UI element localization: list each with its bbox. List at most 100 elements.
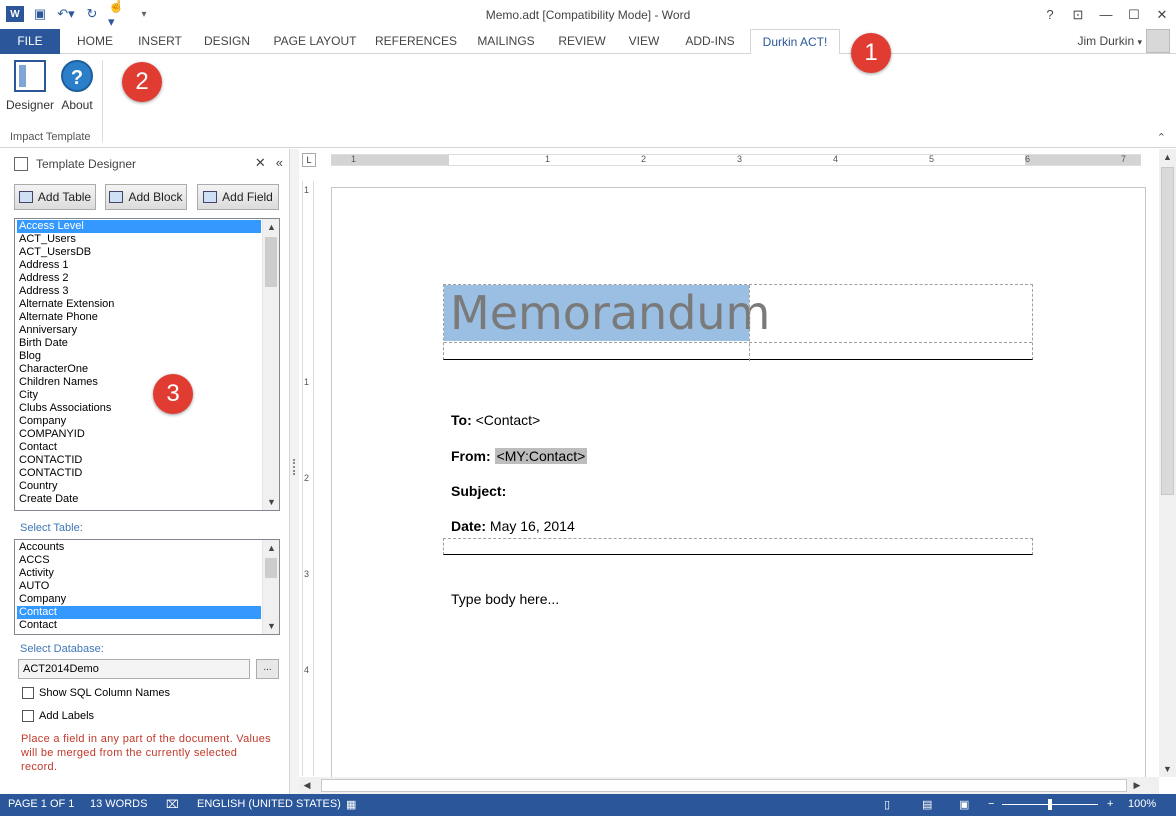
browse-database-button[interactable]: ... <box>256 659 279 679</box>
add-table-button[interactable]: Add Table <box>14 184 96 210</box>
tables-listbox[interactable]: Accounts ACCS Activity AUTO Company Contact Co… <box>14 539 280 635</box>
add-labels-checkbox[interactable]: Add Labels <box>22 710 94 722</box>
list-item[interactable]: Create Date <box>17 493 261 506</box>
close-pane-icon[interactable]: ✕ <box>255 155 266 171</box>
list-item[interactable]: ACT_Users <box>17 233 261 246</box>
list-item[interactable]: COMPANYID <box>17 428 261 441</box>
subject-line[interactable]: Subject: <box>451 483 506 499</box>
list-item[interactable]: Accounts <box>17 541 261 554</box>
about-button[interactable]: ? About <box>53 60 101 112</box>
list-item[interactable]: Birth Date <box>17 337 261 350</box>
tab-review[interactable]: REVIEW <box>552 29 612 54</box>
collapse-ribbon-icon[interactable]: ⌃ <box>1157 131 1166 144</box>
tab-mailings[interactable]: MAILINGS <box>466 29 546 54</box>
list-item[interactable]: CONTACTID <box>17 454 261 467</box>
tab-add-ins[interactable]: ADD-INS <box>676 29 744 54</box>
list-item[interactable]: Clubs Associations <box>17 402 261 415</box>
help-icon[interactable]: ? <box>1036 0 1064 29</box>
add-block-button[interactable]: Add Block <box>105 184 187 210</box>
list-item[interactable]: City <box>17 389 261 402</box>
collapse-pane-icon[interactable]: « <box>276 155 283 171</box>
scroll-up-icon[interactable]: ▲ <box>263 540 279 556</box>
date-line[interactable]: Date: May 16, 2014 <box>451 518 575 534</box>
fields-scrollbar[interactable]: ▲ ▼ <box>262 219 279 510</box>
language[interactable]: ENGLISH (UNITED STATES) <box>197 798 341 810</box>
scroll-thumb[interactable] <box>321 779 1127 792</box>
scroll-up-icon[interactable]: ▲ <box>1159 149 1176 165</box>
add-field-button[interactable]: Add Field <box>197 184 279 210</box>
ribbon-display-options-icon[interactable]: ⊡ <box>1064 0 1092 29</box>
list-item[interactable]: Alternate Extension <box>17 298 261 311</box>
list-item[interactable]: Alternate Phone <box>17 311 261 324</box>
page-count[interactable]: PAGE 1 OF 1 <box>8 798 74 810</box>
tab-file[interactable]: FILE <box>0 29 60 54</box>
print-layout-icon[interactable]: ▤ <box>922 798 932 811</box>
document-page[interactable]: Memorandum To: <Contact> From: <MY:Conta… <box>331 187 1146 787</box>
list-item[interactable]: Contact <box>17 619 261 632</box>
scroll-thumb[interactable] <box>1161 167 1174 495</box>
tab-page-layout[interactable]: PAGE LAYOUT <box>264 29 366 54</box>
list-item[interactable]: Contact <box>17 606 261 619</box>
designer-button[interactable]: Designer <box>6 60 54 112</box>
from-line[interactable]: From: <MY:Contact> <box>451 448 588 464</box>
splitter-grip[interactable] <box>293 459 296 475</box>
fields-listbox[interactable]: Access Level ACT_Users ACT_UsersDB Address … <box>14 218 280 511</box>
heading-table[interactable]: Memorandum <box>443 284 1033 361</box>
tab-design[interactable]: DESIGN <box>196 29 258 54</box>
tab-durkin-act[interactable]: Durkin ACT! <box>750 29 840 55</box>
scroll-down-icon[interactable]: ▼ <box>1159 761 1176 777</box>
to-line[interactable]: To: <Contact> <box>451 412 540 428</box>
list-item[interactable]: ACCS <box>17 554 261 567</box>
close-icon[interactable]: ✕ <box>1148 0 1176 29</box>
tab-view[interactable]: VIEW <box>618 29 670 54</box>
list-item[interactable]: Company <box>17 415 261 428</box>
date-value[interactable]: May 16, 2014 <box>490 518 575 534</box>
macro-icon[interactable]: ▦ <box>346 798 356 811</box>
body-text[interactable]: Type body here... <box>451 591 559 607</box>
scroll-down-icon[interactable]: ▼ <box>263 494 279 510</box>
list-item[interactable]: CONTACTID <box>17 467 261 480</box>
zoom-level[interactable]: 100% <box>1128 798 1156 810</box>
user-name[interactable]: Jim Durkin ▾ <box>1077 34 1142 48</box>
scroll-thumb[interactable] <box>265 558 277 578</box>
memorandum-heading[interactable]: Memorandum <box>444 285 770 341</box>
database-field[interactable]: ACT2014Demo <box>18 659 250 679</box>
zoom-out-button[interactable]: − <box>988 798 994 810</box>
list-item[interactable]: Children Names <box>17 376 261 389</box>
tab-home[interactable]: HOME <box>66 29 124 54</box>
scroll-right-icon[interactable]: ▶ <box>1129 777 1145 794</box>
tab-references[interactable]: REFERENCES <box>372 29 460 54</box>
tab-selector[interactable]: L <box>302 153 316 167</box>
vertical-ruler[interactable]: 1 1 2 3 4 <box>302 181 314 776</box>
zoom-in-button[interactable]: + <box>1107 798 1113 810</box>
list-item[interactable]: ACT_UsersDB <box>17 246 261 259</box>
list-item[interactable]: Contact <box>17 441 261 454</box>
show-sql-checkbox[interactable]: Show SQL Column Names <box>22 687 170 699</box>
scroll-up-icon[interactable]: ▲ <box>263 219 279 235</box>
web-layout-icon[interactable]: ▣ <box>959 798 969 811</box>
list-item[interactable]: Activity <box>17 567 261 580</box>
list-item[interactable]: Country <box>17 480 261 493</box>
maximize-icon[interactable]: ☐ <box>1120 0 1148 29</box>
list-item[interactable]: Blog <box>17 350 261 363</box>
document-horizontal-scrollbar[interactable]: ◀ ▶ <box>299 777 1159 794</box>
horizontal-ruler[interactable]: 1 1 2 3 4 5 6 7 <box>331 154 1141 166</box>
list-item[interactable]: Anniversary <box>17 324 261 337</box>
pane-splitter[interactable] <box>290 149 299 794</box>
word-count[interactable]: 13 WORDS <box>90 798 147 810</box>
list-item[interactable]: Address 2 <box>17 272 261 285</box>
to-value[interactable]: <Contact> <box>476 412 541 428</box>
avatar[interactable] <box>1146 29 1170 53</box>
zoom-slider-thumb[interactable] <box>1048 799 1052 810</box>
proofing-icon[interactable]: ⌧ <box>166 798 179 811</box>
list-item[interactable]: AUTO <box>17 580 261 593</box>
read-mode-icon[interactable]: ▯ <box>884 798 890 811</box>
document-vertical-scrollbar[interactable]: ▲ ▼ <box>1159 149 1176 777</box>
tab-insert[interactable]: INSERT <box>130 29 190 54</box>
list-item[interactable]: Access Level <box>17 220 261 233</box>
list-item[interactable]: Address 3 <box>17 285 261 298</box>
list-item[interactable]: Address 1 <box>17 259 261 272</box>
scroll-down-icon[interactable]: ▼ <box>263 618 279 634</box>
scroll-thumb[interactable] <box>265 237 277 287</box>
from-merge-field[interactable]: <MY:Contact> <box>494 448 588 464</box>
